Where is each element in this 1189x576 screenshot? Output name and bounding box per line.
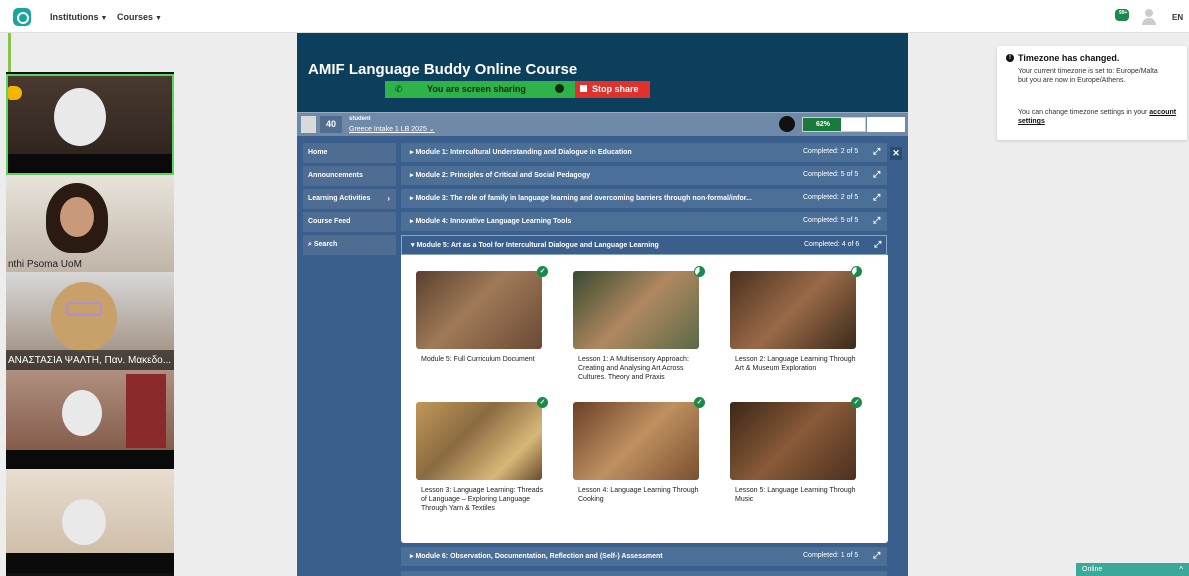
expand-icon[interactable]: ⤢ [874, 239, 881, 250]
progress-bar-remainder [867, 117, 905, 132]
check-icon: ✓ [537, 266, 548, 277]
chevron-up-icon: ^ [1179, 565, 1183, 574]
chat-badge: 99+ [1119, 10, 1128, 16]
chevron-down-icon: ▼ [100, 15, 108, 22]
course-nav-learning-activities[interactable]: Learning Activities › [303, 189, 396, 209]
student-role: student [349, 116, 371, 122]
language-selector[interactable]: EN [1172, 13, 1183, 22]
progress-pie-icon [694, 266, 705, 277]
module-row-expanded[interactable]: ▾ Module 5: Art as a Tool for Intercultu… [401, 235, 887, 255]
nav-courses[interactable]: Courses ▼ [117, 12, 162, 22]
participant-name: nthi Psoma UoM [8, 259, 82, 270]
lesson-thumbnail[interactable] [573, 402, 699, 480]
close-icon[interactable]: ✕ [890, 147, 902, 160]
expand-icon[interactable]: ⤢ [873, 550, 880, 561]
participant-tile[interactable] [6, 469, 174, 573]
expand-icon[interactable]: ⤢ [873, 215, 880, 226]
stop-share-button[interactable]: Stop share [575, 81, 650, 98]
module-row[interactable]: ▸ Module 1: Intercultural Understanding … [401, 143, 887, 162]
lesson-thumbnail[interactable] [730, 402, 856, 480]
stop-icon [580, 85, 587, 92]
avatar[interactable] [301, 116, 316, 133]
app-logo[interactable] [13, 8, 31, 26]
chevron-down-icon: ▼ [155, 15, 162, 22]
participant-tile[interactable]: nthi Psoma UoM [6, 175, 174, 272]
course-nav-course-feed[interactable]: Course Feed [303, 212, 396, 232]
raised-hand-icon [8, 86, 22, 100]
expand-icon[interactable]: ⤢ [873, 146, 880, 157]
participant-tile[interactable] [6, 74, 174, 175]
badge-icon[interactable] [779, 116, 795, 132]
shield-icon [555, 84, 564, 93]
course-title: AMIF Language Buddy Online Course [308, 61, 578, 78]
timezone-notification: ! Timezone has changed. Your current tim… [997, 46, 1187, 140]
module-row[interactable]: ▸ Module 4: Innovative Language Learning… [401, 212, 887, 231]
course-nav-announcements[interactable]: Announcements [303, 166, 396, 186]
check-icon: ✓ [537, 397, 548, 408]
check-icon: ✓ [851, 397, 862, 408]
lesson-thumbnail[interactable] [730, 271, 856, 349]
course-nav-search[interactable]: ⌕ Search [303, 235, 396, 255]
expand-icon[interactable]: ⤢ [873, 192, 880, 203]
video-participants-panel: nthi Psoma UoM ΑΝΑΣΤΑΣΙΑ ΨΑΛΤΗ, Παν. Μακ… [6, 72, 174, 576]
phone-icon: ✆ [395, 84, 403, 94]
module-row[interactable]: ▸ Module 2: Principles of Critical and S… [401, 166, 887, 185]
lesson-thumbnail[interactable] [416, 402, 542, 480]
points-badge: 40 [320, 116, 342, 133]
top-bar: Institutions ▼ Courses ▼ 99+ EN [0, 0, 1189, 33]
course-panel: AMIF Language Buddy Online Course ✆ You … [297, 33, 908, 576]
participant-tile[interactable] [6, 370, 174, 469]
online-status-bar[interactable]: Online ^ [1076, 563, 1189, 576]
screen-share-banner: ✆ You are screen sharing [385, 81, 575, 98]
participant-tile[interactable]: ΑΝΑΣΤΑΣΙΑ ΨΑΛΤΗ, Παν. Μακεδο... [6, 272, 174, 370]
module-row[interactable]: ▸ Module 3: The role of family in langua… [401, 189, 887, 208]
check-icon: ✓ [694, 397, 705, 408]
chevron-down-icon: ⌄ [428, 126, 435, 133]
lesson-thumbnail[interactable] [573, 271, 699, 349]
course-header: AMIF Language Buddy Online Course ✆ You … [297, 33, 908, 112]
chevron-right-icon: › [387, 194, 390, 203]
student-info-bar: 40 student Greece Intake 1 LB 2025 ⌄ 62% [297, 112, 908, 136]
course-progress-bar: 62% [802, 117, 866, 132]
lessons-panel: ✓ Module 5: Full Curriculum Document Les… [401, 255, 888, 543]
course-nav-home[interactable]: Home [303, 143, 396, 163]
participant-name: ΑΝΑΣΤΑΣΙΑ ΨΑΛΤΗ, Παν. Μακεδο... [8, 355, 172, 366]
module-row[interactable]: ▸ Module 6: Observation, Documentation, … [401, 547, 887, 566]
info-icon: ! [1006, 54, 1014, 62]
group-selector[interactable]: Greece Intake 1 LB 2025 ⌄ [349, 125, 435, 133]
progress-label: 62% [815, 121, 830, 128]
nav-institutions[interactable]: Institutions ▼ [50, 12, 107, 22]
lesson-thumbnail[interactable] [416, 271, 542, 349]
user-avatar-icon[interactable] [1141, 8, 1157, 26]
module-row[interactable] [401, 571, 887, 576]
expand-icon[interactable]: ⤢ [873, 169, 880, 180]
progress-pie-icon [851, 266, 862, 277]
accent-line [8, 33, 11, 73]
